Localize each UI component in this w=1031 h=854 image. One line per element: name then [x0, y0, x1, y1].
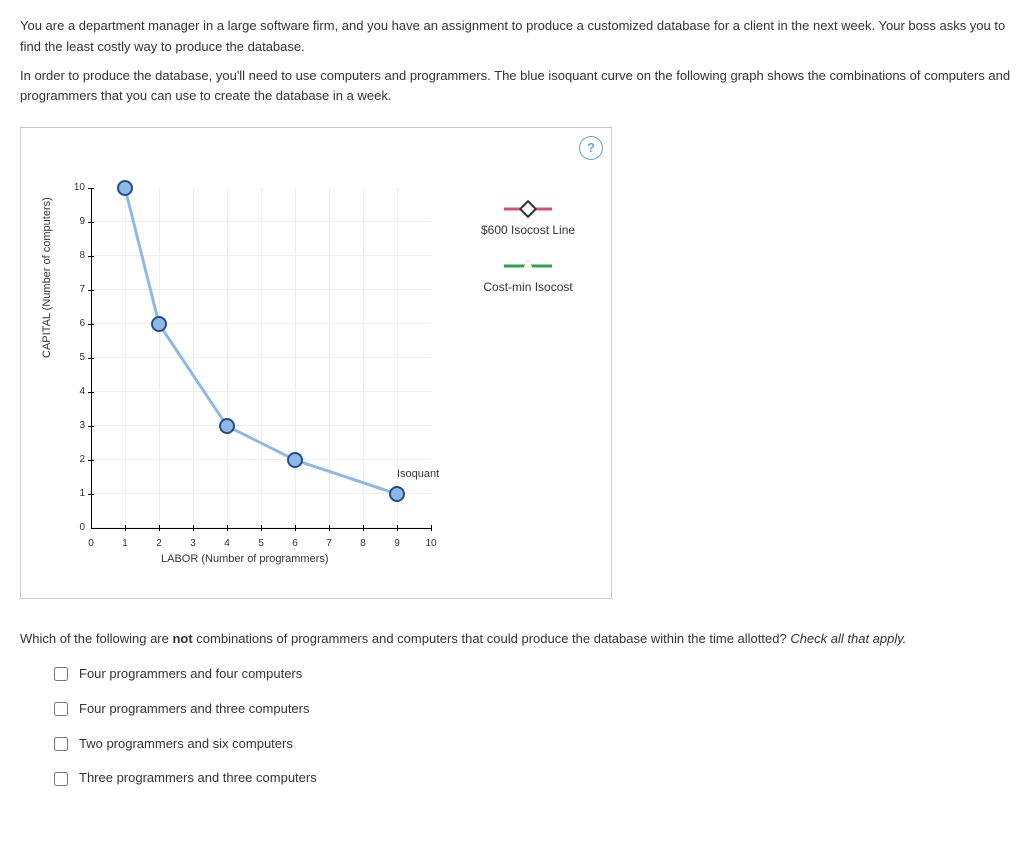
- x-tick: 0: [88, 536, 94, 552]
- isoquant-curve[interactable]: [91, 188, 431, 528]
- option-checkbox[interactable]: [54, 667, 68, 681]
- option-checkbox[interactable]: [54, 772, 68, 786]
- legend-isocost-label: $600 Isocost Line: [481, 223, 575, 237]
- x-tick: 3: [190, 536, 196, 552]
- y-tick: 7: [71, 282, 85, 298]
- y-tick: 10: [71, 180, 85, 196]
- x-tick: 2: [156, 536, 162, 552]
- x-tick: 7: [326, 536, 332, 552]
- option-label: Two programmers and six computers: [79, 734, 293, 755]
- y-tick: 9: [71, 214, 85, 230]
- question-prompt: Which of the following are not combinati…: [20, 629, 1011, 650]
- question-block: Which of the following are not combinati…: [20, 629, 1011, 789]
- isoquant-label: Isoquant: [397, 466, 439, 484]
- option-row[interactable]: Four programmers and three computers: [50, 699, 1011, 720]
- option-checkbox[interactable]: [54, 737, 68, 751]
- option-row[interactable]: Three programmers and three computers: [50, 768, 1011, 789]
- y-tick: 8: [71, 248, 85, 264]
- x-tick: 5: [258, 536, 264, 552]
- option-row[interactable]: Four programmers and four computers: [50, 664, 1011, 685]
- intro-paragraph-2: In order to produce the database, you'll…: [20, 66, 1011, 108]
- legend-costmin-label: Cost-min Isocost: [483, 280, 572, 294]
- x-tick: 8: [360, 536, 366, 552]
- diamond-icon[interactable]: [504, 203, 552, 215]
- x-tick: 9: [394, 536, 400, 552]
- intro-text: You are a department manager in a large …: [20, 16, 1011, 107]
- option-label: Four programmers and three computers: [79, 699, 309, 720]
- x-axis-label: LABOR (Number of programmers): [161, 551, 329, 569]
- x-tick: 6: [292, 536, 298, 552]
- option-checkbox[interactable]: [54, 702, 68, 716]
- y-tick: 4: [71, 384, 85, 400]
- help-icon[interactable]: ?: [579, 136, 603, 160]
- y-tick: 5: [71, 350, 85, 366]
- intro-paragraph-1: You are a department manager in a large …: [20, 16, 1011, 58]
- options-group: Four programmers and four computers Four …: [20, 664, 1011, 789]
- y-tick: 3: [71, 418, 85, 434]
- x-tick: 1: [122, 536, 128, 552]
- y-tick: 0: [71, 520, 85, 536]
- option-label: Three programmers and three computers: [79, 768, 317, 789]
- option-label: Four programmers and four computers: [79, 664, 302, 685]
- y-axis-label: CAPITAL (Number of computers): [39, 197, 57, 358]
- y-tick: 2: [71, 452, 85, 468]
- y-tick: 1: [71, 486, 85, 502]
- x-tick: 10: [425, 536, 436, 552]
- y-tick: 6: [71, 316, 85, 332]
- graph-legend: $600 Isocost Line Cost-min Isocost: [481, 198, 575, 315]
- triangle-icon[interactable]: [504, 260, 552, 272]
- option-row[interactable]: Two programmers and six computers: [50, 734, 1011, 755]
- x-tick: 4: [224, 536, 230, 552]
- graph-panel: ? CAPITAL (Number of computers) LABOR (N…: [20, 127, 612, 599]
